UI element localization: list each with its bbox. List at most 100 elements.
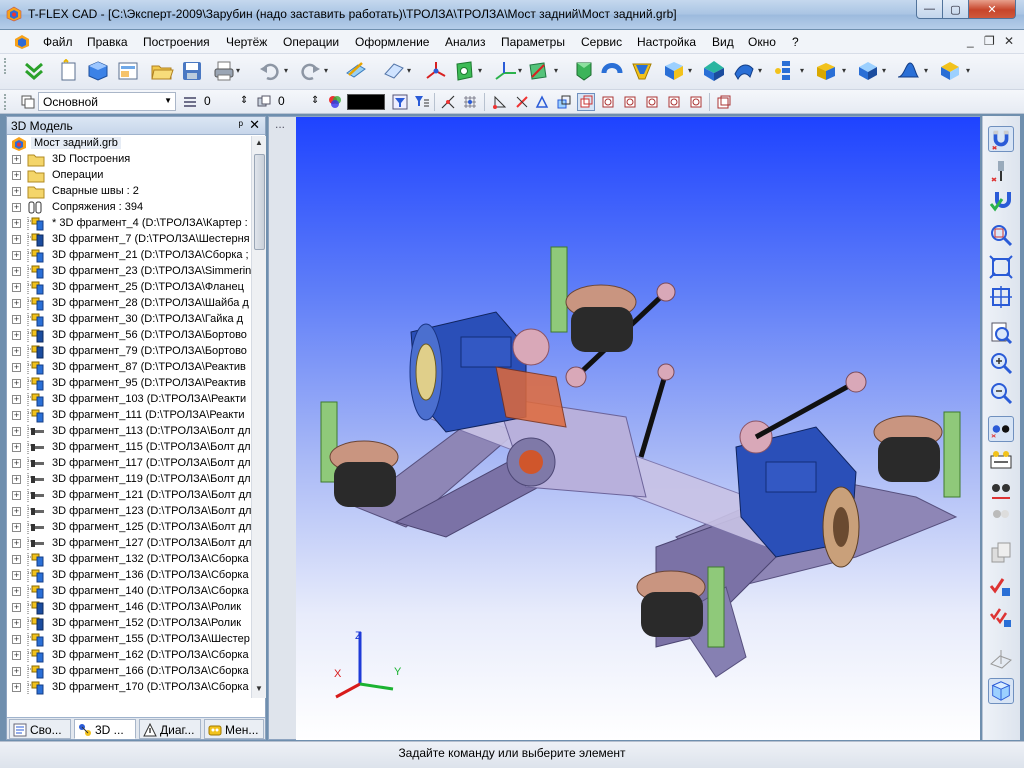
expand-icon[interactable]: + bbox=[12, 523, 21, 532]
workplane-icon[interactable] bbox=[382, 59, 406, 83]
tree-item[interactable]: +3D фрагмент_7 (D:\ТРОЛЗА\Шестерня bbox=[7, 232, 251, 248]
layer-select[interactable]: Основной ▼ bbox=[38, 92, 176, 111]
expand-icon[interactable]: + bbox=[12, 235, 21, 244]
surface-icon[interactable] bbox=[896, 59, 920, 83]
expand-icon[interactable]: + bbox=[12, 379, 21, 388]
new-drawing-icon[interactable] bbox=[116, 59, 140, 83]
tree-item[interactable]: +3D фрагмент_140 (D:\ТРОЛЗА\Сборка bbox=[7, 584, 251, 600]
menu-edit[interactable]: Правка bbox=[87, 35, 128, 49]
menu-drawing[interactable]: Чертёж bbox=[226, 35, 267, 49]
tree-item[interactable]: +3D фрагмент_152 (D:\ТРОЛЗА\Ролик bbox=[7, 616, 251, 632]
body-icon[interactable] bbox=[938, 59, 962, 83]
mdi-restore-button[interactable]: ❐ bbox=[984, 34, 995, 48]
mdi-minimize-button[interactable]: _ bbox=[967, 34, 974, 48]
expand-icon[interactable]: + bbox=[12, 651, 21, 660]
boolean-icon[interactable] bbox=[702, 59, 726, 83]
tree-scrollbar[interactable]: ▲ ▼ bbox=[251, 136, 266, 698]
expand-icon[interactable]: + bbox=[12, 507, 21, 516]
sweep-dropdown-icon[interactable]: ▾ bbox=[688, 66, 692, 75]
tree-item[interactable]: + * 3D фрагмент_4 (D:\ТРОЛЗА\Картер : bbox=[7, 216, 251, 232]
filter-icon[interactable] bbox=[392, 94, 408, 110]
zoom-page-icon[interactable] bbox=[988, 320, 1014, 346]
save-icon[interactable] bbox=[180, 59, 204, 83]
tree-item[interactable]: +3D фрагмент_21 (D:\ТРОЛЗА\Сборка ; bbox=[7, 248, 251, 264]
tree-item[interactable]: +3D фрагмент_115 (D:\ТРОЛЗА\Болт дл bbox=[7, 440, 251, 456]
rotation-icon[interactable] bbox=[600, 59, 624, 83]
toolbar-grip[interactable] bbox=[4, 58, 7, 74]
tree-item[interactable]: +3D фрагмент_166 (D:\ТРОЛЗА\Сборка bbox=[7, 664, 251, 680]
sweep-icon[interactable] bbox=[662, 59, 686, 83]
extrude-icon[interactable] bbox=[572, 59, 596, 83]
tree-item[interactable]: +3D фрагмент_56 (D:\ТРОЛЗА\Бортово bbox=[7, 328, 251, 344]
expand-icon[interactable]: + bbox=[12, 187, 21, 196]
select-body-icon[interactable] bbox=[577, 93, 595, 111]
tree-item[interactable]: +3D фрагмент_113 (D:\ТРОЛЗА\Болт дл bbox=[7, 424, 251, 440]
expand-icon[interactable]: + bbox=[12, 219, 21, 228]
tflex-app-icon[interactable] bbox=[6, 6, 22, 22]
maximize-button[interactable]: ▢ bbox=[942, 0, 969, 19]
new-3d-model-icon[interactable] bbox=[86, 59, 110, 83]
tree-item[interactable]: +3D фрагмент_136 (D:\ТРОЛЗА\Сборка bbox=[7, 568, 251, 584]
expand-icon[interactable]: + bbox=[12, 635, 21, 644]
tree-item[interactable]: +3D фрагмент_30 (D:\ТРОЛЗА\Гайка д bbox=[7, 312, 251, 328]
path-dropdown-icon[interactable]: ▾ bbox=[554, 66, 558, 75]
zoom-extents-icon[interactable] bbox=[988, 284, 1014, 310]
expand-icon[interactable]: + bbox=[12, 411, 21, 420]
pin-icon[interactable]: ᵖ bbox=[238, 118, 243, 132]
select-all-icon[interactable] bbox=[716, 94, 732, 110]
expand-icon[interactable]: + bbox=[12, 155, 21, 164]
select-face-icon[interactable] bbox=[556, 94, 572, 110]
menu-parameters[interactable]: Параметры bbox=[501, 35, 565, 49]
menu-settings[interactable]: Настройка bbox=[637, 35, 696, 49]
tree-item[interactable]: +3D фрагмент_132 (D:\ТРОЛЗА\Сборка bbox=[7, 552, 251, 568]
expand-icon[interactable]: + bbox=[12, 347, 21, 356]
tree-item[interactable]: +3D фрагмент_125 (D:\ТРОЛЗА\Болт дл bbox=[7, 520, 251, 536]
expand-icon[interactable]: + bbox=[12, 459, 21, 468]
model-tree[interactable]: Мост задний.grb +3D Построения + Операции +… bbox=[7, 136, 251, 698]
print-icon[interactable] bbox=[212, 59, 236, 83]
body-dropdown-icon[interactable]: ▾ bbox=[966, 66, 970, 75]
show-hide-icon[interactable] bbox=[988, 478, 1014, 504]
zoom-in-icon[interactable] bbox=[988, 350, 1014, 376]
check-assembly-icon[interactable] bbox=[988, 604, 1014, 630]
magnet-snap-icon[interactable] bbox=[988, 126, 1014, 152]
menu-analysis[interactable]: Анализ bbox=[445, 35, 486, 49]
document-icon[interactable] bbox=[14, 34, 30, 50]
expand-icon[interactable]: + bbox=[12, 315, 21, 324]
expand-icon[interactable]: + bbox=[12, 555, 21, 564]
rear-axle-model[interactable]: Z X Y bbox=[296, 117, 980, 740]
tab-properties[interactable]: Сво... bbox=[9, 719, 71, 739]
select-vertex-icon[interactable] bbox=[492, 94, 508, 110]
tree-item[interactable]: +3D фрагмент_123 (D:\ТРОЛЗА\Болт дл bbox=[7, 504, 251, 520]
tab-diagnostics[interactable]: Диаг... bbox=[139, 719, 201, 739]
array-icon[interactable] bbox=[772, 59, 796, 83]
select-fragment-icon[interactable] bbox=[622, 94, 638, 110]
expand-icon[interactable]: + bbox=[12, 363, 21, 372]
tree-item[interactable]: + Сопряжения : 394 bbox=[7, 200, 251, 216]
select-loop-icon[interactable] bbox=[534, 94, 550, 110]
tree-item[interactable]: +3D фрагмент_87 (D:\ТРОЛЗА\Реактив bbox=[7, 360, 251, 376]
confirm-check-icon[interactable] bbox=[22, 59, 46, 83]
array-dropdown-icon[interactable]: ▾ bbox=[800, 66, 804, 75]
new-document-icon[interactable] bbox=[56, 59, 80, 83]
tree-item[interactable]: +3D фрагмент_28 (D:\ТРОЛЗА\Шайба д bbox=[7, 296, 251, 312]
tree-root[interactable]: Мост задний.grb bbox=[7, 136, 251, 152]
expand-icon[interactable]: + bbox=[12, 171, 21, 180]
expand-icon[interactable]: + bbox=[12, 251, 21, 260]
undo-dropdown-icon[interactable]: ▾ bbox=[284, 66, 288, 75]
visibility-icon[interactable] bbox=[988, 416, 1014, 442]
hidden-elements-icon[interactable] bbox=[988, 502, 1014, 528]
tree-item[interactable]: +3D фрагмент_155 (D:\ТРОЛЗА\Шестер bbox=[7, 632, 251, 648]
menu-construct[interactable]: Построения bbox=[143, 35, 210, 49]
menu-window[interactable]: Окно bbox=[748, 35, 776, 49]
expand-icon[interactable]: + bbox=[12, 283, 21, 292]
zoom-previous-icon[interactable] bbox=[988, 380, 1014, 406]
expand-icon[interactable]: + bbox=[12, 427, 21, 436]
expand-icon[interactable]: + bbox=[12, 603, 21, 612]
redo-dropdown-icon[interactable]: ▾ bbox=[324, 66, 328, 75]
3d-viewport[interactable]: Z X Y bbox=[296, 117, 980, 740]
tree-item[interactable]: +3D фрагмент_95 (D:\ТРОЛЗА\Реактив bbox=[7, 376, 251, 392]
snap-node-icon[interactable] bbox=[440, 94, 456, 110]
tree-item[interactable]: +3D фрагмент_25 (D:\ТРОЛЗА\Фланец bbox=[7, 280, 251, 296]
tab-3d-model[interactable]: 3D ... bbox=[74, 719, 136, 739]
